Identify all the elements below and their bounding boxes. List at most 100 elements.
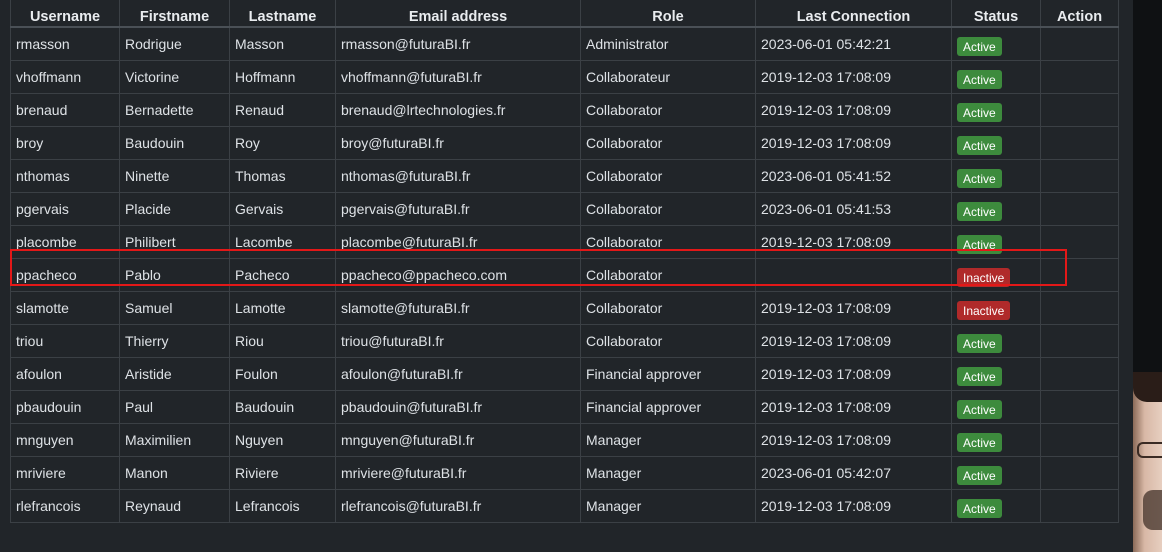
email-cell: vhoffmann@futuraBI.fr — [335, 60, 581, 94]
firstname-cell: Reynaud — [119, 489, 230, 523]
username-cell: ppacheco — [10, 258, 120, 292]
email-cell: ppacheco@ppacheco.com — [335, 258, 581, 292]
action-cell[interactable] — [1040, 423, 1119, 457]
firstname-cell: Placide — [119, 192, 230, 226]
column-header-last-connection[interactable]: Last Connection — [755, 0, 952, 28]
column-header-lastname[interactable]: Lastname — [229, 0, 336, 28]
column-header-firstname[interactable]: Firstname — [119, 0, 230, 28]
last-connection-cell: 2019-12-03 17:08:09 — [755, 324, 952, 358]
username-cell: pbaudouin — [10, 390, 120, 424]
person-photo — [1133, 372, 1162, 552]
table-row[interactable]: triou Thierry Riou triou@futuraBI.fr Collabo… — [10, 324, 1119, 358]
firstname-cell: Thierry — [119, 324, 230, 358]
column-header-username[interactable]: Username — [10, 0, 120, 28]
last-connection-cell: 2019-12-03 17:08:09 — [755, 423, 952, 457]
action-cell[interactable] — [1040, 258, 1119, 292]
table-row[interactable]: afoulon Aristide Foulon afoulon@futuraBI.fr… — [10, 357, 1119, 391]
role-cell: Collaborateur — [580, 60, 756, 94]
column-header-email[interactable]: Email address — [335, 0, 581, 28]
role-cell: Collaborator — [580, 126, 756, 160]
table-row[interactable]: placombe Philibert Lacombe placombe@futuraB… — [10, 225, 1119, 259]
lastname-cell: Thomas — [229, 159, 336, 193]
action-cell[interactable] — [1040, 390, 1119, 424]
action-cell[interactable] — [1040, 357, 1119, 391]
status-cell: Inactive — [951, 258, 1041, 292]
action-cell[interactable] — [1040, 291, 1119, 325]
table-row[interactable]: pbaudouin Paul Baudouin pbaudouin@futuraBI.… — [10, 390, 1119, 424]
firstname-cell: Pablo — [119, 258, 230, 292]
status-badge: Active — [957, 234, 1002, 254]
table-row[interactable]: ppacheco Pablo Pacheco ppacheco@ppacheco.co… — [10, 258, 1119, 292]
email-cell: brenaud@lrtechnologies.fr — [335, 93, 581, 127]
action-cell[interactable] — [1040, 60, 1119, 94]
lastname-cell: Lefrancois — [229, 489, 336, 523]
role-cell: Manager — [580, 489, 756, 523]
last-connection-cell: 2019-12-03 17:08:09 — [755, 60, 952, 94]
action-cell[interactable] — [1040, 26, 1119, 61]
email-cell: placombe@futuraBI.fr — [335, 225, 581, 259]
username-cell: rlefrancois — [10, 489, 120, 523]
last-connection-cell: 2019-12-03 17:08:09 — [755, 357, 952, 391]
username-cell: slamotte — [10, 291, 120, 325]
role-cell: Collaborator — [580, 93, 756, 127]
table-row[interactable]: broy Baudouin Roy broy@futuraBI.fr Collabora… — [10, 126, 1119, 160]
action-cell[interactable] — [1040, 225, 1119, 259]
status-badge: Active — [957, 102, 1002, 122]
table-row[interactable]: mriviere Manon Riviere mriviere@futuraBI.fr… — [10, 456, 1119, 490]
email-cell: rlefrancois@futuraBI.fr — [335, 489, 581, 523]
username-cell: triou — [10, 324, 120, 358]
status-badge: Active — [957, 135, 1002, 155]
username-cell: brenaud — [10, 93, 120, 127]
status-cell: Active — [951, 60, 1041, 94]
table-row[interactable]: mnguyen Maximilien Nguyen mnguyen@futuraBI.… — [10, 423, 1119, 457]
action-cell[interactable] — [1040, 456, 1119, 490]
action-cell[interactable] — [1040, 126, 1119, 160]
status-cell: Active — [951, 390, 1041, 424]
table-row[interactable]: nthomas Ninette Thomas nthomas@futuraBI.fr C… — [10, 159, 1119, 193]
column-header-role[interactable]: Role — [580, 0, 756, 28]
users-table: Username Firstname Lastname Email addres… — [10, 0, 1119, 523]
table-row[interactable]: slamotte Samuel Lamotte slamotte@futuraBI.f… — [10, 291, 1119, 325]
role-cell: Collaborator — [580, 291, 756, 325]
last-connection-cell: 2019-12-03 17:08:09 — [755, 291, 952, 325]
action-cell[interactable] — [1040, 93, 1119, 127]
firstname-cell: Victorine — [119, 60, 230, 94]
username-cell: mnguyen — [10, 423, 120, 457]
table-row[interactable]: brenaud Bernadette Renaud brenaud@lrtechnol… — [10, 93, 1119, 127]
status-badge: Active — [957, 498, 1002, 518]
status-cell: Active — [951, 489, 1041, 523]
last-connection-cell: 2023-06-01 05:41:53 — [755, 192, 952, 226]
role-cell: Collaborator — [580, 324, 756, 358]
email-cell: mriviere@futuraBI.fr — [335, 456, 581, 490]
table-row[interactable]: rmasson Rodrigue Masson rmasson@futuraBI.fr… — [10, 26, 1119, 61]
last-connection-cell — [755, 258, 952, 292]
action-cell[interactable] — [1040, 489, 1119, 523]
status-badge: Active — [957, 69, 1002, 89]
table-row[interactable]: pgervais Placide Gervais pgervais@futuraBI.… — [10, 192, 1119, 226]
column-header-status[interactable]: Status — [951, 0, 1041, 28]
status-cell: Active — [951, 456, 1041, 490]
lastname-cell: Lamotte — [229, 291, 336, 325]
status-cell: Active — [951, 159, 1041, 193]
role-cell: Collaborator — [580, 258, 756, 292]
action-cell[interactable] — [1040, 192, 1119, 226]
table-row[interactable]: vhoffmann Victorine Hoffmann vhoffmann@futu… — [10, 60, 1119, 94]
status-badge: Inactive — [957, 267, 1011, 287]
column-header-action: Action — [1040, 0, 1119, 28]
table-header: Username Firstname Lastname Email addres… — [10, 0, 1119, 28]
table-row[interactable]: rlefrancois Reynaud Lefrancois rlefrancois@… — [10, 489, 1119, 523]
action-cell[interactable] — [1040, 324, 1119, 358]
last-connection-cell: 2023-06-01 05:41:52 — [755, 159, 952, 193]
firstname-cell: Paul — [119, 390, 230, 424]
last-connection-cell: 2023-06-01 05:42:21 — [755, 26, 952, 61]
lastname-cell: Roy — [229, 126, 336, 160]
firstname-cell: Ninette — [119, 159, 230, 193]
email-cell: mnguyen@futuraBI.fr — [335, 423, 581, 457]
lastname-cell: Renaud — [229, 93, 336, 127]
status-cell: Active — [951, 357, 1041, 391]
action-cell[interactable] — [1040, 159, 1119, 193]
status-cell: Active — [951, 192, 1041, 226]
username-cell: broy — [10, 126, 120, 160]
username-cell: vhoffmann — [10, 60, 120, 94]
email-cell: triou@futuraBI.fr — [335, 324, 581, 358]
